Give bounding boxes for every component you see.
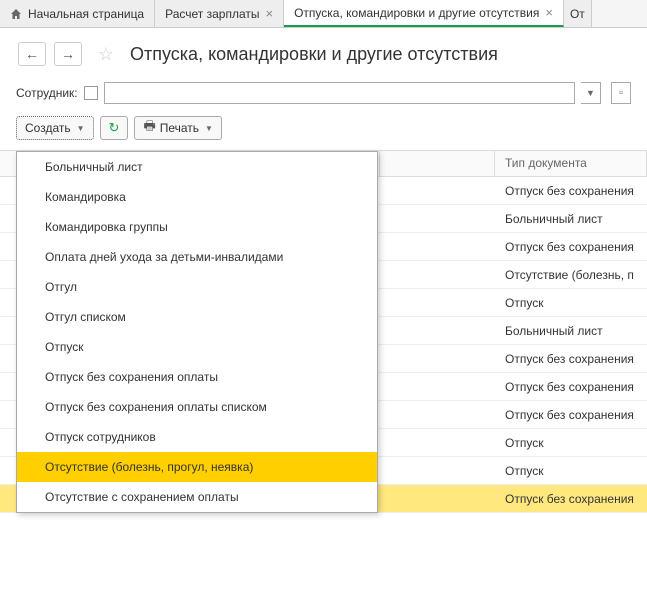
chevron-down-icon: ▼ xyxy=(205,124,213,133)
cell-type: Отпуск xyxy=(495,464,647,478)
home-icon xyxy=(10,8,22,20)
tab-payroll-label: Расчет зарплаты xyxy=(165,7,259,21)
cell-type: Отпуск xyxy=(495,436,647,450)
cell-type: Больничный лист xyxy=(495,324,647,338)
tab-partial-label: От xyxy=(570,7,585,21)
tab-absences[interactable]: Отпуска, командировки и другие отсутстви… xyxy=(284,0,564,27)
menu-item[interactable]: Отпуск без сохранения оплаты списком xyxy=(17,392,377,422)
menu-item[interactable]: Командировка xyxy=(17,182,377,212)
cell-type: Отпуск без сохранения xyxy=(495,380,647,394)
filter-row: Сотрудник: ▼ ▫ xyxy=(0,76,647,110)
th-col2 xyxy=(380,151,495,176)
menu-item[interactable]: Отсутствие с сохранением оплаты xyxy=(17,482,377,512)
cell-type: Отпуск без сохранения xyxy=(495,492,647,506)
cell-type: Отпуск без сохранения xyxy=(495,184,647,198)
cell-type: Больничный лист xyxy=(495,212,647,226)
refresh-icon: ↻ xyxy=(109,120,120,136)
forward-button[interactable]: → xyxy=(54,42,82,66)
menu-item[interactable]: Командировка группы xyxy=(17,212,377,242)
tab-absences-label: Отпуска, командировки и другие отсутстви… xyxy=(294,6,539,20)
refresh-button[interactable]: ↻ xyxy=(100,116,129,140)
cell-type: Отпуск без сохранения xyxy=(495,352,647,366)
create-button[interactable]: Создать ▼ xyxy=(16,116,94,140)
open-dialog-button[interactable]: ▫ xyxy=(611,82,631,104)
menu-item[interactable]: Оплата дней ухода за детьми-инвалидами xyxy=(17,242,377,272)
favorite-icon[interactable]: ☆ xyxy=(96,44,116,64)
employee-input[interactable] xyxy=(104,82,575,104)
print-icon: 🖶 xyxy=(143,117,155,139)
page-title: Отпуска, командировки и другие отсутстви… xyxy=(130,44,498,65)
cell-type: Отпуск xyxy=(495,296,647,310)
tab-partial[interactable]: От xyxy=(564,0,592,27)
arrow-left-icon: ← xyxy=(25,46,39,62)
tab-home-label: Начальная страница xyxy=(28,7,144,21)
menu-item[interactable]: Отпуск xyxy=(17,332,377,362)
print-label: Печать xyxy=(160,121,199,135)
menu-item[interactable]: Отгул xyxy=(17,272,377,302)
menu-item[interactable]: Отсутствие (болезнь, прогул, неявка) xyxy=(17,452,377,482)
close-icon[interactable]: × xyxy=(266,6,274,21)
cell-type: Отсутствие (болезнь, п xyxy=(495,268,647,282)
filter-checkbox[interactable] xyxy=(84,86,98,100)
menu-item[interactable]: Отпуск без сохранения оплаты xyxy=(17,362,377,392)
arrow-right-icon: → xyxy=(61,46,75,62)
back-button[interactable]: ← xyxy=(18,42,46,66)
toolbar: Создать ▼ ↻ 🖶 Печать ▼ xyxy=(0,110,647,146)
tab-home[interactable]: Начальная страница xyxy=(0,0,155,27)
cell-type: Отпуск без сохранения xyxy=(495,408,647,422)
print-button[interactable]: 🖶 Печать ▼ xyxy=(134,116,222,140)
tab-bar: Начальная страница Расчет зарплаты × Отп… xyxy=(0,0,647,28)
create-label: Создать xyxy=(25,121,71,135)
menu-item[interactable]: Отпуск сотрудников xyxy=(17,422,377,452)
dropdown-icon[interactable]: ▼ xyxy=(581,82,601,104)
chevron-down-icon: ▼ xyxy=(77,124,85,133)
content-area: Тип документа Отпуск без сохранения Больн… xyxy=(0,150,647,513)
menu-item[interactable]: Отгул списком xyxy=(17,302,377,332)
cell-type: Отпуск без сохранения xyxy=(495,240,647,254)
th-type: Тип документа xyxy=(495,151,647,176)
menu-item[interactable]: Больничный лист xyxy=(17,152,377,182)
close-icon[interactable]: × xyxy=(545,5,553,20)
tab-payroll[interactable]: Расчет зарплаты × xyxy=(155,0,284,27)
filter-label: Сотрудник: xyxy=(16,86,78,100)
title-row: ← → ☆ Отпуска, командировки и другие отс… xyxy=(0,28,647,76)
create-dropdown-menu: Больничный листКомандировкаКомандировка … xyxy=(16,151,378,513)
